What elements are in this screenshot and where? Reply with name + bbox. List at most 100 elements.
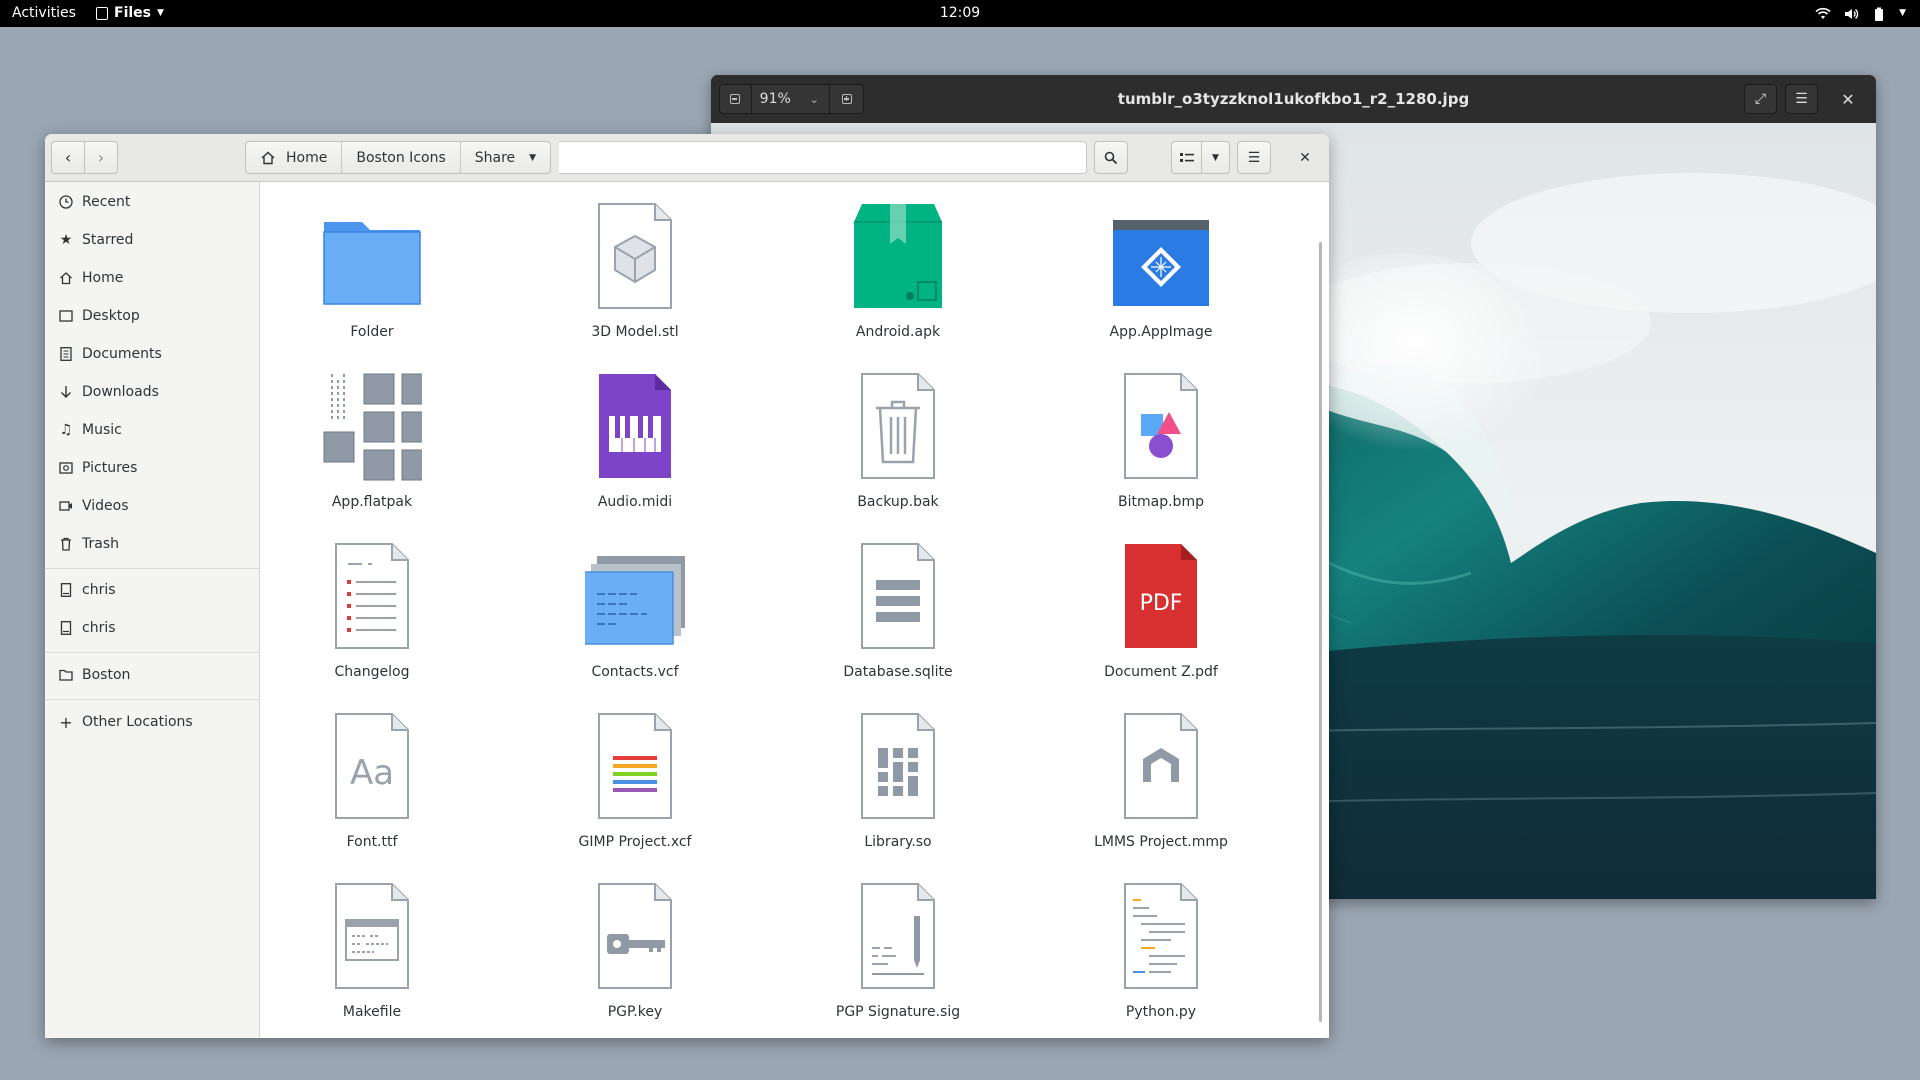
contacts-icon — [585, 556, 685, 645]
sidebar-item-documents[interactable]: Documents — [45, 337, 259, 371]
music-icon: ♫ — [59, 422, 73, 438]
sidebar-item-pictures[interactable]: Pictures — [45, 451, 259, 485]
pdf-icon: PDF — [1125, 544, 1197, 648]
viewer-menu-button[interactable]: ☰ — [1785, 84, 1818, 114]
path-boston-icons[interactable]: Boston Icons — [342, 142, 461, 173]
file-item[interactable]: Backup.bak — [798, 354, 998, 514]
trash-icon — [58, 536, 74, 552]
path-bar-fill[interactable] — [559, 141, 1087, 174]
font-icon: Aa — [335, 713, 409, 819]
file-item[interactable]: Python.py — [1061, 864, 1261, 1024]
file-label: Contacts.vcf — [591, 664, 679, 680]
view-mode-button[interactable] — [1171, 141, 1202, 174]
file-item[interactable]: PGP Signature.sig — [798, 864, 998, 1024]
file-item[interactable]: App.flatpak — [272, 354, 472, 514]
video-icon — [58, 498, 74, 514]
file-label: LMMS Project.mmp — [1094, 834, 1228, 850]
app-menu-files[interactable]: Files ▼ — [96, 0, 164, 27]
file-item[interactable]: Changelog — [272, 524, 472, 684]
zoom-level[interactable]: 91% — [752, 85, 799, 113]
search-button[interactable] — [1094, 141, 1128, 174]
system-tray[interactable]: ▼ — [1815, 0, 1906, 27]
path-share[interactable]: Share ▼ — [461, 142, 550, 173]
file-item[interactable]: Bitmap.bmp — [1061, 354, 1261, 514]
minus-icon — [730, 94, 741, 104]
sidebar-separator — [45, 568, 259, 569]
wifi-icon — [1815, 7, 1831, 19]
sidebar-item-boston[interactable]: Boston — [45, 658, 259, 692]
close-button[interactable]: ✕ — [1288, 141, 1322, 174]
sidebar-item-recent[interactable]: Recent — [45, 185, 259, 219]
activities-button[interactable]: Activities — [12, 0, 76, 27]
scrollbar[interactable] — [1319, 242, 1322, 1022]
path-boston-icons-label: Boston Icons — [356, 149, 446, 166]
sidebar-item-starred[interactable]: ★ Starred — [45, 223, 259, 257]
path-bar: Home Boston Icons Share ▼ — [245, 141, 552, 174]
file-label: Bitmap.bmp — [1118, 494, 1204, 510]
sidebar-item-other-locations[interactable]: + Other Locations — [45, 705, 259, 739]
font-icon-label: Aa — [350, 753, 394, 793]
file-item[interactable]: Database.sqlite — [798, 524, 998, 684]
appimage-icon — [1113, 220, 1209, 306]
file-item[interactable]: Contacts.vcf — [535, 524, 735, 684]
back-button[interactable]: ‹ — [51, 141, 85, 174]
fullscreen-button[interactable]: ⤢ — [1744, 84, 1777, 114]
files-window: ‹ › Home Boston Icons Share ▼ ▼ ☰ ✕ Recen… — [45, 134, 1329, 1038]
close-icon: ✕ — [1299, 149, 1311, 166]
path-home[interactable]: Home — [246, 142, 343, 173]
drive-icon — [58, 582, 74, 598]
file-label: PGP Signature.sig — [835, 1004, 961, 1020]
sidebar-item-trash[interactable]: Trash — [45, 527, 259, 561]
makefile-icon — [335, 883, 409, 989]
chevron-down-icon: ⌄ — [809, 92, 819, 106]
key-icon — [598, 883, 672, 989]
forward-button[interactable]: › — [84, 141, 118, 174]
document-icon — [58, 346, 74, 362]
plus-icon — [841, 94, 852, 104]
sidebar-item-videos[interactable]: Videos — [45, 489, 259, 523]
zoom-controls: 91% ⌄ — [719, 84, 864, 114]
file-item[interactable]: Audio.midi — [535, 354, 735, 514]
file-item[interactable]: Makefile — [272, 864, 472, 1024]
sidebar-item-label: Other Locations — [82, 714, 193, 730]
backup-trash-icon — [861, 373, 935, 479]
sidebar-item-label: chris — [82, 620, 116, 636]
main-menu-button[interactable]: ☰ — [1237, 141, 1271, 174]
file-item[interactable]: PDF Document Z.pdf — [1061, 524, 1261, 684]
clock[interactable]: 12:09 — [0, 0, 1920, 27]
view-options-button[interactable]: ▼ — [1201, 141, 1230, 174]
file-item[interactable]: Library.so — [798, 694, 998, 854]
sidebar-item-desktop[interactable]: Desktop — [45, 299, 259, 333]
file-item[interactable]: LMMS Project.mmp — [1061, 694, 1261, 854]
android-package-icon — [854, 204, 942, 308]
viewer-title: tumblr_o3tyzzknol1ukofkbo1_r2_1280.jpg — [1117, 90, 1470, 108]
sidebar-separator — [45, 652, 259, 653]
pictures-icon — [58, 460, 74, 476]
zoom-in-button[interactable] — [830, 85, 863, 113]
viewer-close-button[interactable]: ✕ — [1833, 84, 1863, 114]
file-item[interactable]: GIMP Project.xcf — [535, 694, 735, 854]
file-label: Library.so — [864, 834, 932, 850]
file-item[interactable]: 3D Model.stl — [535, 184, 735, 344]
zoom-out-button[interactable] — [720, 85, 752, 113]
clock-icon — [58, 194, 74, 210]
sidebar-item-home[interactable]: Home — [45, 261, 259, 295]
file-item[interactable]: PGP.key — [535, 864, 735, 1024]
hamburger-icon: ☰ — [1795, 91, 1808, 107]
flatpak-icon — [323, 373, 422, 481]
file-grid: Folder 3D Model.stl Android.apk App.AppI… — [260, 182, 1325, 1038]
zoom-dropdown[interactable]: ⌄ — [799, 85, 831, 113]
file-item[interactable]: Aa Font.ttf — [272, 694, 472, 854]
database-icon — [861, 543, 935, 649]
lmms-project-icon — [1124, 713, 1198, 819]
file-item[interactable]: Android.apk — [798, 184, 998, 344]
sidebar-item-label: Pictures — [82, 460, 138, 476]
file-label: Database.sqlite — [843, 664, 953, 680]
file-item[interactable]: App.AppImage — [1061, 184, 1261, 344]
desktop-icon — [58, 308, 74, 324]
sidebar-item-device-chris[interactable]: chris — [45, 573, 259, 607]
sidebar-item-music[interactable]: ♫ Music — [45, 413, 259, 447]
file-item[interactable]: Folder — [272, 184, 472, 344]
sidebar-item-device-chris[interactable]: chris — [45, 611, 259, 645]
sidebar-item-downloads[interactable]: Downloads — [45, 375, 259, 409]
